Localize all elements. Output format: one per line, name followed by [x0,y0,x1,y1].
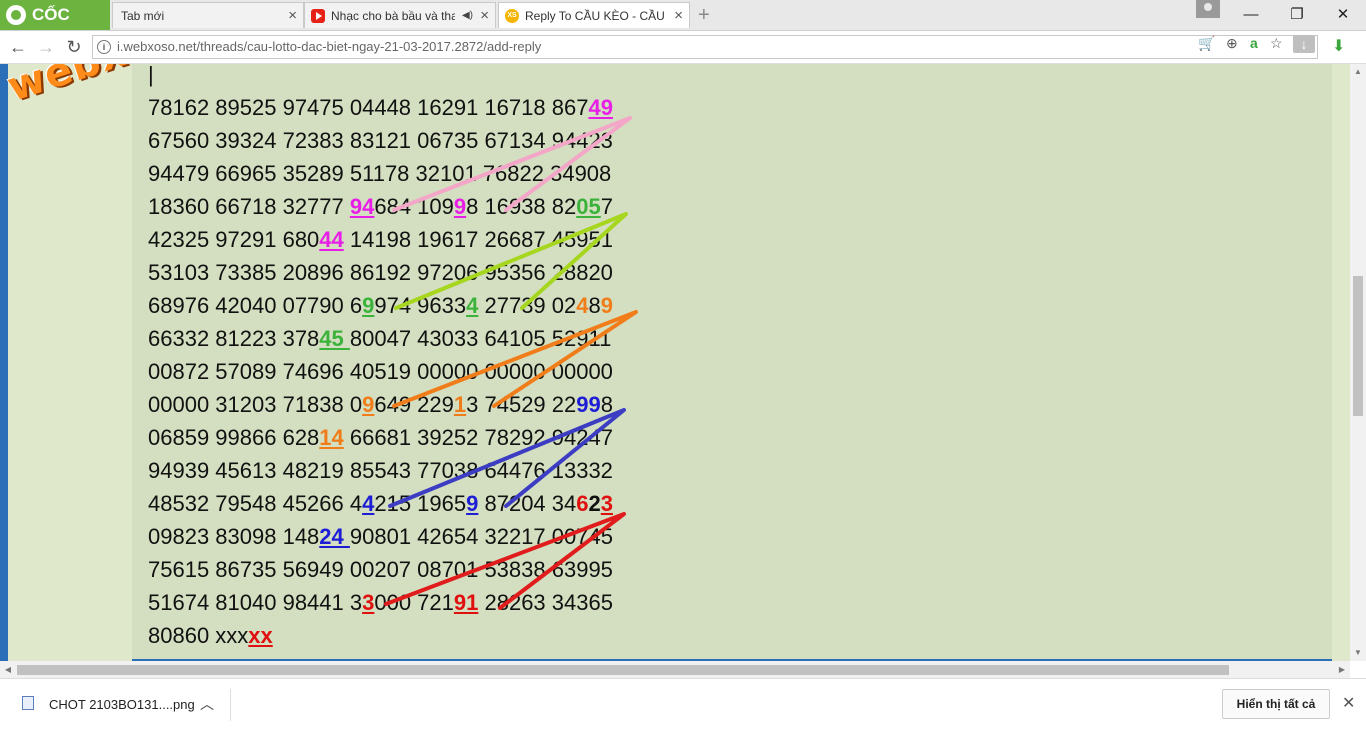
show-all-downloads-button[interactable]: Hiển thị tất cả [1222,689,1330,719]
download-filename: CHOT 2103BO131....png [49,697,195,712]
reply-editor[interactable]: | 78162 89525 97475 04448 16291 16718 867… [132,64,1332,661]
toolbar: ← → ↻ i i.webxoso.net/threads/cau-lotto-… [0,31,1366,64]
left-accent-bar [0,64,8,661]
annotation-strokes [384,116,638,610]
translate-icon[interactable]: a [1250,33,1258,53]
red-stroke [384,512,626,610]
tab-youtube[interactable]: Nhạc cho bà bầu và thai ◀) × [304,2,496,28]
coccoc-menu-button[interactable]: CỐC CỐC [0,0,110,54]
download-bar: CHOT 2103BO131....png ︿ Hiển thị tất cả … [0,678,1366,729]
close-window-button[interactable]: ✕ [1320,0,1366,30]
coccoc-logo-icon [6,5,26,25]
site-info-icon[interactable]: i [97,40,111,54]
chevron-up-icon[interactable]: ︿ [200,689,214,719]
blue-stroke [388,408,626,508]
image-file-icon [22,696,34,710]
page-content: | 78162 89525 97475 04448 16291 16718 867… [0,64,1350,661]
scroll-left-icon[interactable]: ◀ [0,661,16,678]
vertical-scroll-thumb[interactable] [1353,276,1363,416]
address-bar[interactable]: i i.webxoso.net/threads/cau-lotto-dac-bi… [92,35,1318,59]
close-tab-icon[interactable]: × [674,3,683,29]
download-item[interactable]: CHOT 2103BO131....png ︿ [18,689,231,721]
back-button[interactable]: ← [6,35,30,59]
close-tab-icon[interactable]: × [480,3,489,29]
minimize-button[interactable]: — [1228,0,1274,30]
vertical-scrollbar[interactable]: ▲ ▼ [1350,64,1366,661]
horizontal-scrollbar[interactable]: ◀ ▶ [0,661,1350,678]
scroll-up-icon[interactable]: ▲ [1350,64,1366,80]
tab-label: Reply To CẦU KÈO - CẦU L [525,9,667,23]
reload-button[interactable]: ↻ [62,35,86,59]
tab-label: Tab mới [121,9,165,23]
forward-button[interactable]: → [34,35,58,59]
speaker-icon[interactable]: ◀) [462,3,473,29]
scroll-down-icon[interactable]: ▼ [1350,645,1366,661]
downloads-icon[interactable]: ⬇ [1332,37,1345,57]
url-text: i.webxoso.net/threads/cau-lotto-dac-biet… [117,39,542,54]
zoom-icon[interactable]: ⊕ [1226,33,1238,53]
orange-stroke [392,310,638,408]
tab-label: Nhạc cho bà bầu và thai [331,9,455,23]
pink-stroke [392,116,632,212]
youtube-icon [311,9,325,23]
close-download-bar-icon[interactable]: ✕ [1342,693,1355,713]
savior-download-icon[interactable]: ↓ [1293,35,1315,53]
scroll-right-icon[interactable]: ▶ [1334,661,1350,678]
tab-reply[interactable]: XS Reply To CẦU KÈO - CẦU L × [498,2,690,28]
new-tab-button[interactable]: + [698,3,710,27]
close-tab-icon[interactable]: × [288,3,297,29]
horizontal-scroll-thumb[interactable] [17,665,1229,675]
tab-new[interactable]: Tab mới × [112,2,304,28]
profile-icon[interactable] [1196,0,1220,18]
restore-button[interactable]: ❐ [1274,0,1320,30]
bookmark-star-icon[interactable]: ☆ [1270,33,1283,53]
lime-stroke [394,212,628,310]
tab-strip: CỐC CỐC Tab mới × Nhạc cho bà bầu và tha… [0,0,1366,54]
xs-site-icon: XS [505,9,519,23]
cart-icon[interactable]: 🛒 [1198,33,1215,53]
